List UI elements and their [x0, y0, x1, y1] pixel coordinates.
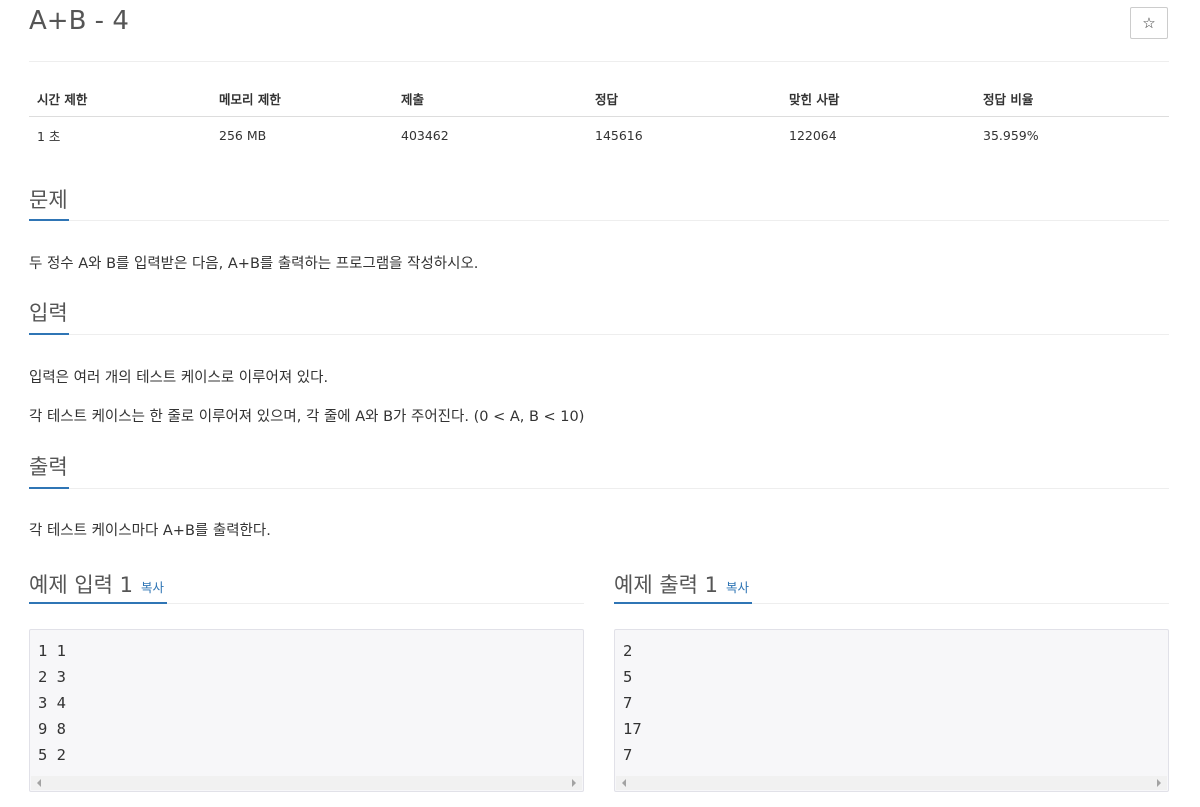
stats-header-time-limit: 시간 제한	[29, 80, 211, 117]
input-title: 입력	[29, 301, 68, 325]
sample-output-header: 예제 출력 1 복사	[614, 566, 1169, 602]
scroll-right-arrow-icon[interactable]	[1157, 779, 1161, 787]
input-underline	[29, 333, 69, 335]
input-rule	[29, 334, 1169, 335]
sample-input-data: 1 1 2 3 3 4 9 8 5 2	[38, 638, 66, 768]
sample-output-scrollbar[interactable]	[616, 776, 1167, 790]
description-text: 두 정수 A와 B를 입력받은 다음, A+B를 출력하는 프로그램을 작성하시…	[29, 256, 479, 272]
stats-memory-limit: 256 MB	[219, 127, 267, 143]
description-underline	[29, 219, 69, 221]
scroll-right-arrow-icon[interactable]	[572, 779, 576, 787]
stats-header-accepted: 정답	[587, 80, 781, 117]
favorite-button[interactable]: ☆	[1130, 7, 1168, 39]
stats-header-submissions: 제출	[393, 80, 587, 117]
stats-value-row: 1 초 256 MB 403462 145616 122064 35.959%	[29, 117, 1169, 154]
description-rule	[29, 220, 1169, 221]
stats-header-solvers: 맞힌 사람	[781, 80, 975, 117]
output-text: 각 테스트 케이스마다 A+B를 출력한다.	[29, 523, 271, 539]
sample-output-line: 7	[623, 694, 633, 712]
stats-header-memory-limit: 메모리 제한	[211, 80, 393, 117]
sample-output-panel: 예제 출력 1 복사 2 5 7 17 7	[614, 566, 1169, 792]
star-icon: ☆	[1142, 14, 1156, 32]
sample-input-line: 2 3	[38, 668, 66, 686]
sample-output-underline	[614, 602, 752, 604]
sample-input-panel: 예제 입력 1 복사 1 1 2 3 3 4 9 8 5 2	[29, 566, 584, 792]
description-title: 문제	[29, 188, 68, 212]
sample-output-title: 예제 출력 1	[614, 573, 718, 597]
stats-ratio: 35.959%	[983, 127, 1039, 143]
stats-header-ratio: 정답 비율	[975, 80, 1169, 117]
sample-input-header: 예제 입력 1 복사	[29, 566, 584, 602]
sample-input-title: 예제 입력 1	[29, 573, 133, 597]
sample-output-data: 2 5 7 17 7	[623, 638, 642, 768]
problem-header: A+B - 4 ☆	[29, 0, 1169, 62]
stats-accepted: 145616	[595, 127, 643, 143]
output-underline	[29, 487, 69, 489]
stats-header-row: 시간 제한 메모리 제한 제출 정답 맞힌 사람 정답 비율	[29, 80, 1169, 117]
stats-solvers: 122064	[789, 127, 837, 143]
sample-input-copy-link[interactable]: 복사	[141, 577, 164, 596]
sample-output-line: 7	[623, 746, 633, 764]
input-text-2: 각 테스트 케이스는 한 줄로 이루어져 있으며, 각 줄에 A와 B가 주어진…	[29, 409, 585, 425]
sample-output-line: 5	[623, 668, 633, 686]
sample-output-line: 17	[623, 720, 642, 738]
sample-output-copy-link[interactable]: 복사	[726, 577, 749, 596]
sample-input-line: 3 4	[38, 694, 66, 712]
problem-stats-table: 시간 제한 메모리 제한 제출 정답 맞힌 사람 정답 비율 1 초 256 M…	[29, 80, 1169, 153]
sample-output-line: 2	[623, 642, 633, 660]
sample-input-line: 1 1	[38, 642, 66, 660]
output-title: 출력	[29, 455, 68, 479]
sample-input-scrollbar[interactable]	[31, 776, 582, 790]
sample-input-line: 9 8	[38, 720, 66, 738]
sample-output-box[interactable]: 2 5 7 17 7	[614, 629, 1169, 792]
sample-input-underline	[29, 602, 167, 604]
problem-title: A+B - 4	[29, 6, 129, 36]
stats-time-limit: 1 초	[37, 128, 61, 144]
problem-page: A+B - 4 ☆ 시간 제한 메모리 제한 제출 정답 맞힌 사람 정답 비율…	[29, 0, 1169, 792]
sample-input-line: 5 2	[38, 746, 66, 764]
stats-submissions: 403462	[401, 127, 449, 143]
scroll-left-arrow-icon[interactable]	[37, 779, 41, 787]
scroll-left-arrow-icon[interactable]	[622, 779, 626, 787]
input-text-1: 입력은 여러 개의 테스트 케이스로 이루어져 있다.	[29, 370, 329, 386]
output-rule	[29, 488, 1169, 489]
sample-input-box[interactable]: 1 1 2 3 3 4 9 8 5 2	[29, 629, 584, 792]
